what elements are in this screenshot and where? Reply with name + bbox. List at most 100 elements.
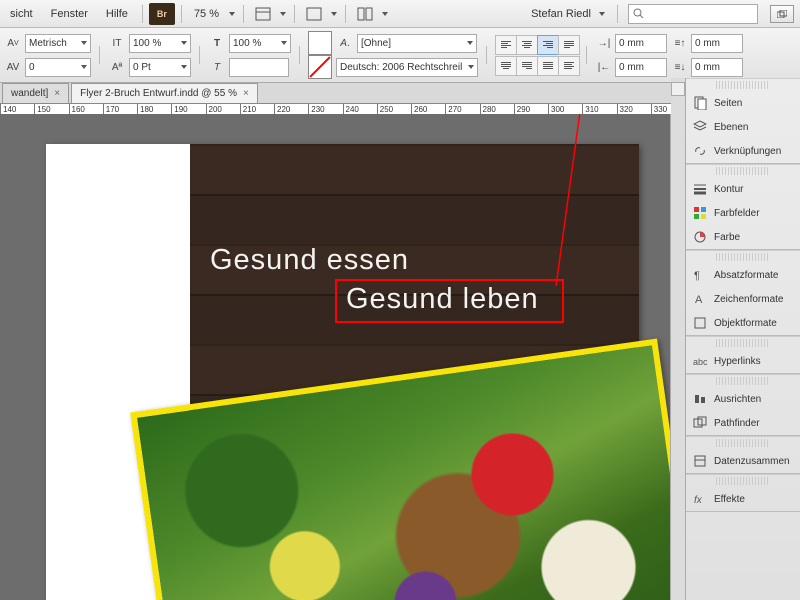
window-restore-button[interactable] <box>770 5 794 23</box>
kerning-select[interactable]: Metrisch <box>25 34 91 53</box>
charstyle-select[interactable]: [Ohne] <box>357 34 477 53</box>
zoom-level[interactable]: 75 % <box>188 4 237 24</box>
panel-dock: Seiten Ebenen Verknüpfungen Kontur Farbfelde… <box>685 78 800 600</box>
char-icon: A <box>692 291 708 307</box>
search-input[interactable] <box>628 4 758 24</box>
hyper-icon: abc <box>692 353 708 369</box>
menu-hilfe[interactable]: Hilfe <box>98 4 136 24</box>
merge-icon <box>692 453 708 469</box>
panel-label: Effekte <box>714 494 745 505</box>
panel-datenzusammen[interactable]: Datenzusammen <box>686 449 800 473</box>
menu-bar: sicht Fenster Hilfe Br 75 % Stefan Riedl <box>0 0 800 28</box>
indent-right-field[interactable]: 0 mm <box>615 58 667 77</box>
stroke-swatch[interactable] <box>308 55 332 79</box>
justify-center-button[interactable] <box>495 56 517 76</box>
panel-ebenen[interactable]: Ebenen <box>686 115 800 139</box>
indent-left-icon: →| <box>595 35 613 51</box>
panel-effekte[interactable]: fx Effekte <box>686 487 800 511</box>
panel-farbe[interactable]: Farbe <box>686 225 800 249</box>
menu-sicht[interactable]: sicht <box>2 4 41 24</box>
panel-seiten[interactable]: Seiten <box>686 91 800 115</box>
panel-label: Ausrichten <box>714 394 761 405</box>
panel-label: Ebenen <box>714 122 748 133</box>
panel-collapse-strip[interactable] <box>671 78 686 600</box>
panel-label: Hyperlinks <box>714 356 761 367</box>
svg-text:A: A <box>695 294 703 306</box>
headline-2[interactable]: Gesund leben <box>346 283 539 316</box>
panel-zeichenformate[interactable]: A Zeichenformate <box>686 287 800 311</box>
space-before-field[interactable]: 0 mm <box>691 34 743 53</box>
bridge-button[interactable]: Br <box>149 3 175 25</box>
hscale-icon: T <box>208 35 226 51</box>
close-icon[interactable]: × <box>243 88 249 99</box>
skew-field[interactable] <box>229 58 289 77</box>
fx-icon: fx <box>692 491 708 507</box>
fill-swatch[interactable] <box>308 31 332 55</box>
indent-right-icon: |← <box>595 59 613 75</box>
dropdown-icon[interactable] <box>329 4 339 24</box>
panel-pathfinder[interactable]: Pathfinder <box>686 411 800 435</box>
space-before-icon: ≡↑ <box>671 35 689 51</box>
skew-icon: T <box>208 59 226 75</box>
panel-label: Kontur <box>714 184 743 195</box>
para-icon: ¶ <box>692 267 708 283</box>
space-after-field[interactable]: 0 mm <box>691 58 743 77</box>
document-tab[interactable]: Flyer 2-Bruch Entwurf.indd @ 55 %× <box>71 83 258 103</box>
path-icon <box>692 415 708 431</box>
paragraph-align-group <box>495 35 578 76</box>
stroke-icon <box>692 181 708 197</box>
user-name[interactable]: Stefan Riedl <box>531 8 591 20</box>
panel-verknüpfungen[interactable]: Verknüpfungen <box>686 139 800 163</box>
vscale-icon: IT <box>108 35 126 51</box>
dropdown-icon[interactable] <box>597 4 607 24</box>
menu-fenster[interactable]: Fenster <box>43 4 96 24</box>
search-icon <box>633 8 644 19</box>
close-icon[interactable]: × <box>54 88 60 99</box>
panel-kontur[interactable]: Kontur <box>686 177 800 201</box>
align-center-button[interactable] <box>516 35 538 55</box>
panel-ausrichten[interactable]: Ausrichten <box>686 387 800 411</box>
panel-label: Absatzformate <box>714 270 778 281</box>
expand-icon[interactable] <box>671 82 685 96</box>
align-icon <box>692 391 708 407</box>
justify-right-button[interactable] <box>516 56 538 76</box>
charstyle-icon: A. <box>336 35 354 51</box>
panel-label: Zeichenformate <box>714 294 783 305</box>
language-select[interactable]: Deutsch: 2006 Rechtschreil <box>336 58 478 77</box>
baseline-field[interactable]: 0 Pt <box>129 58 191 77</box>
panel-hyperlinks[interactable]: abc Hyperlinks <box>686 349 800 373</box>
document-tab[interactable]: wandelt]× <box>2 83 69 103</box>
swatches-icon <box>692 205 708 221</box>
links-icon <box>692 143 708 159</box>
panel-objektformate[interactable]: Objektformate <box>686 311 800 335</box>
justify-all-button[interactable] <box>537 56 559 76</box>
panel-label: Objektformate <box>714 318 777 329</box>
kerning-icon: AV <box>4 35 22 51</box>
tracking-field[interactable]: 0 <box>25 58 91 77</box>
layers-icon <box>692 119 708 135</box>
headline-1[interactable]: Gesund essen <box>210 244 409 277</box>
indent-left-field[interactable]: 0 mm <box>615 34 667 53</box>
panel-label: Datenzusammen <box>714 456 790 467</box>
panel-absatzformate[interactable]: ¶ Absatzformate <box>686 263 800 287</box>
align-right-button[interactable] <box>537 35 559 55</box>
screen-mode-icon[interactable] <box>301 3 327 25</box>
justify-left-button[interactable] <box>558 35 580 55</box>
panel-label: Seiten <box>714 98 742 109</box>
svg-text:abc: abc <box>693 357 707 367</box>
arrange-docs-icon[interactable] <box>352 3 378 25</box>
align-spine-button[interactable] <box>558 56 580 76</box>
align-left-button[interactable] <box>495 35 517 55</box>
work-area: Gesund essen Gesund leben <box>0 114 685 600</box>
dropdown-icon[interactable] <box>278 4 288 24</box>
hscale-field[interactable]: 100 % <box>229 34 291 53</box>
panel-label: Farbfelder <box>714 208 760 219</box>
panel-farbfelder[interactable]: Farbfelder <box>686 201 800 225</box>
dropdown-icon[interactable] <box>380 4 390 24</box>
vscale-field[interactable]: 100 % <box>129 34 191 53</box>
view-options-icon[interactable] <box>250 3 276 25</box>
baseline-icon: Aª <box>108 59 126 75</box>
pasteboard[interactable]: Gesund essen Gesund leben <box>0 114 675 600</box>
svg-text:fx: fx <box>694 495 703 506</box>
space-after-icon: ≡↓ <box>671 59 689 75</box>
